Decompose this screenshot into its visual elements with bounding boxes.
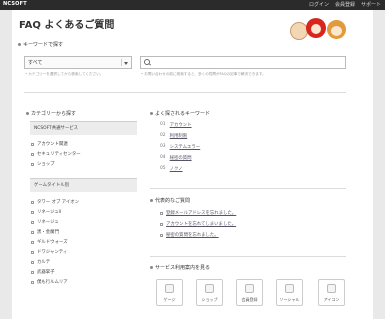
game-item[interactable]: リネージュII (31, 209, 61, 215)
game-item[interactable]: 僕も行ルムリア (31, 279, 68, 285)
divider (150, 256, 346, 257)
service-social-button[interactable]: ソーシャル (276, 279, 303, 306)
category-item[interactable]: セキュリティセンター (31, 151, 81, 157)
category-section-label: カテゴリーから探す (26, 110, 76, 117)
checkbox-icon (31, 162, 34, 166)
game-item[interactable]: ドワジャンティ (31, 249, 67, 255)
bullet-icon (26, 112, 29, 115)
faq-section-label: 代表的なご質問 (150, 197, 190, 204)
checkbox-icon (31, 280, 34, 284)
category-group-games: ゲームタイトル別 (30, 178, 137, 192)
shop-icon (205, 284, 214, 293)
game-item[interactable]: カルテ (31, 259, 50, 265)
faq-link[interactable]: 登録メールアドレスを忘れました。 (160, 210, 236, 216)
bullet-square-icon (160, 222, 163, 226)
chevron-down-icon (121, 59, 129, 66)
bullet-icon (150, 199, 153, 202)
keyword-item[interactable]: 03 システムエラー (160, 144, 200, 150)
social-icon (285, 284, 294, 293)
service-game-button[interactable]: ゲージ (156, 279, 183, 306)
top-links: ログイン 会員登録 サポート (309, 1, 381, 8)
category-select[interactable]: すべて (24, 56, 132, 69)
bullet-icon (150, 112, 153, 115)
checkbox-icon (31, 210, 34, 214)
game-item[interactable]: ギルドウォーズ (31, 239, 68, 245)
support-link[interactable]: サポート (361, 1, 381, 8)
game-item[interactable]: タワー オブ アイオン (31, 199, 79, 205)
select-hint: • カテゴリーを選択してから検索してください。 (25, 72, 104, 76)
bullet-square-icon (160, 211, 163, 215)
search-hint: • お問い合わせの前に検索すると、多くの質問がFAQの記事で解決できます。 (141, 72, 266, 76)
category-group-common: NCSOFT共通サービス (30, 121, 137, 135)
checkbox-icon (31, 250, 34, 254)
service-shop-button[interactable]: ショップ (196, 279, 223, 306)
checkbox-icon (31, 270, 34, 274)
checkbox-icon (31, 240, 34, 244)
game-item[interactable]: リネージュ (31, 219, 59, 225)
keyword-item[interactable]: 05 ノクノ (160, 166, 183, 172)
divider (24, 92, 346, 93)
register-link[interactable]: 会員登録 (335, 1, 355, 8)
category-item[interactable]: アカウント関連 (31, 141, 68, 147)
checkbox-icon (31, 142, 34, 146)
ncsoft-logo[interactable]: NCSOFT (3, 1, 27, 7)
mascot-2-face-icon (311, 24, 321, 34)
search-input[interactable] (140, 56, 346, 69)
user-add-icon (245, 284, 254, 293)
faq-link[interactable]: アカウントを忘れてしまいました。 (160, 221, 236, 227)
category-item[interactable]: ショップ (31, 161, 55, 167)
bullet-icon (18, 43, 21, 46)
divider (150, 188, 346, 189)
keyword-item[interactable]: 04 秘密の質問 (160, 155, 192, 161)
game-item[interactable]: 黒・金蘭門 (31, 229, 59, 235)
login-link[interactable]: ログイン (309, 1, 329, 8)
service-icon-button[interactable]: アイコン (318, 279, 345, 306)
checkbox-icon (31, 220, 34, 224)
faq-link[interactable]: 秘密の質問を忘れました。 (160, 232, 219, 238)
popular-keywords-label: よく探されるキーワード (150, 110, 210, 117)
page-title: FAQ よくあるご質問 (19, 20, 115, 31)
checkbox-icon (31, 200, 34, 204)
search-icon (144, 59, 150, 65)
keyword-item[interactable]: 02 利用制限 (160, 133, 187, 139)
keyword-search-label: キーワードで探す (18, 41, 63, 48)
game-icon (165, 284, 174, 293)
bullet-square-icon (160, 233, 163, 237)
bullet-icon (150, 266, 153, 269)
checkbox-icon (31, 230, 34, 234)
keyword-item[interactable]: 01 アカウント (160, 122, 192, 128)
checkbox-icon (31, 152, 34, 156)
question-icon (327, 284, 336, 293)
game-item[interactable]: 武器掌子 (31, 269, 55, 275)
service-register-button[interactable]: 会員登録 (236, 279, 263, 306)
services-section-label: サービス利用案内を見る (150, 264, 210, 271)
mascot-3-face-icon (331, 26, 342, 36)
checkbox-icon (31, 260, 34, 264)
top-bar: NCSOFT ログイン 会員登録 サポート (0, 0, 385, 10)
